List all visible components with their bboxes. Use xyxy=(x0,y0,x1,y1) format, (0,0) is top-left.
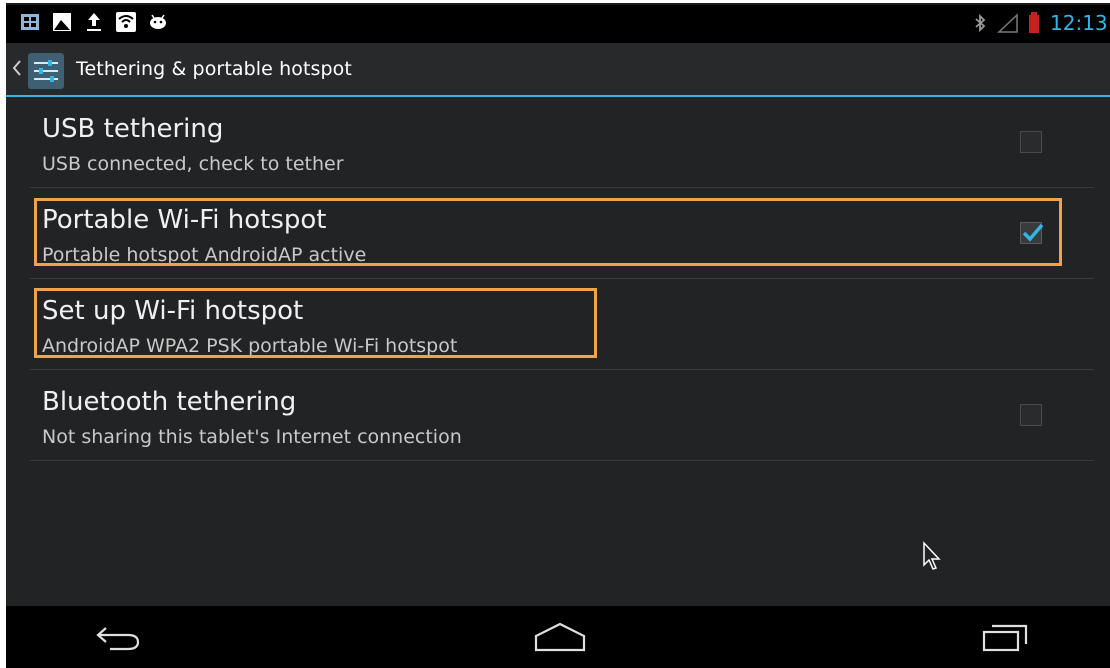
upload-icon xyxy=(87,13,101,31)
bluetooth-icon xyxy=(975,13,986,33)
list-item-bluetooth-tethering[interactable]: Bluetooth tethering Not sharing this tab… xyxy=(30,370,1094,461)
page-title: Tethering & portable hotspot xyxy=(76,58,352,80)
notification-icons xyxy=(20,12,168,32)
checkmark-icon xyxy=(1022,223,1044,242)
list-item-title: USB tethering xyxy=(42,114,224,144)
list-item-summary: Not sharing this tablet's Internet conne… xyxy=(42,426,462,448)
portable-hotspot-checkbox[interactable] xyxy=(1020,222,1044,244)
tablet-screen: 12:13 Tethering & portable hotspot USB t… xyxy=(6,3,1110,668)
gallery-icon xyxy=(21,14,39,30)
system-icons: 12:13 xyxy=(974,11,1110,35)
list-item-portable-wifi-hotspot[interactable]: Portable Wi-Fi hotspot Portable hotspot … xyxy=(30,188,1094,279)
settings-list: USB tethering USB connected, check to te… xyxy=(30,97,1094,461)
status-clock: 12:13 xyxy=(1050,11,1108,35)
action-bar: Tethering & portable hotspot xyxy=(6,43,1110,97)
image-icon xyxy=(53,13,71,31)
list-item-summary: Portable hotspot AndroidAP active xyxy=(42,244,367,266)
mouse-pointer-icon xyxy=(923,541,941,570)
list-item-title: Bluetooth tethering xyxy=(42,387,297,417)
wifi-hotspot-icon xyxy=(116,12,136,32)
list-item-summary: AndroidAP WPA2 PSK portable Wi-Fi hotspo… xyxy=(42,335,458,357)
navigation-bar xyxy=(6,606,1110,668)
battery-icon xyxy=(1029,12,1039,33)
list-item-set-up-wifi-hotspot[interactable]: Set up Wi-Fi hotspot AndroidAP WPA2 PSK … xyxy=(30,279,1094,370)
recent-apps-icon[interactable] xyxy=(980,620,1032,654)
signal-icon xyxy=(997,13,1018,33)
up-caret-icon[interactable] xyxy=(12,59,22,77)
usb-tethering-checkbox[interactable] xyxy=(1020,131,1042,153)
list-item-summary: USB connected, check to tether xyxy=(42,153,344,175)
list-item-title: Set up Wi-Fi hotspot xyxy=(42,296,304,326)
bluetooth-tethering-checkbox[interactable] xyxy=(1020,404,1042,426)
home-icon[interactable] xyxy=(532,620,588,654)
settings-icon[interactable] xyxy=(26,51,66,91)
android-icon xyxy=(150,14,166,29)
list-item-usb-tethering[interactable]: USB tethering USB connected, check to te… xyxy=(30,97,1094,188)
status-bar: 12:13 xyxy=(6,5,1110,43)
list-item-title: Portable Wi-Fi hotspot xyxy=(42,205,327,235)
back-icon[interactable] xyxy=(94,620,144,654)
